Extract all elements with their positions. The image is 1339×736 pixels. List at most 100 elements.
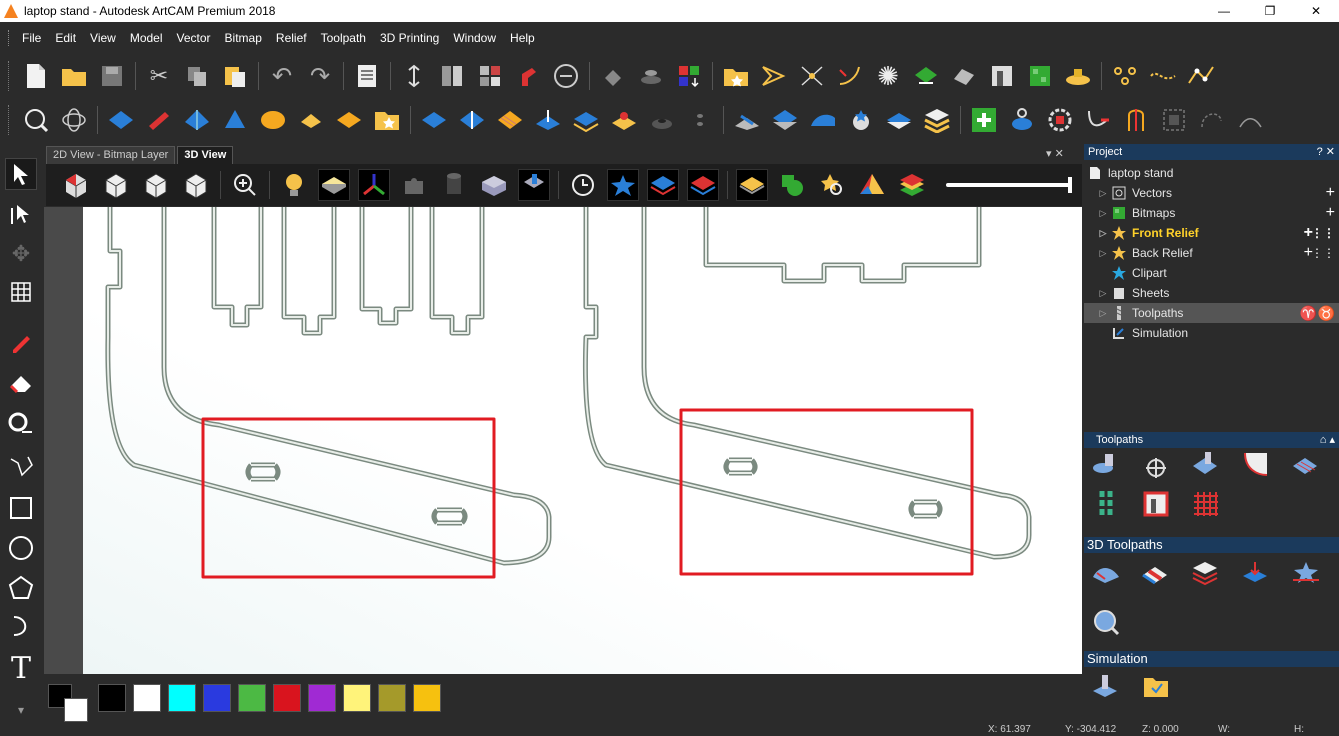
add-icon[interactable]: + xyxy=(1326,204,1335,222)
secondary-color-swatch[interactable] xyxy=(64,698,88,722)
spiral-icon[interactable] xyxy=(1090,488,1122,520)
relief-merge-icon[interactable] xyxy=(457,105,487,135)
simulation-header[interactable]: Simulation xyxy=(1084,651,1339,667)
tree-root[interactable]: laptop stand xyxy=(1084,163,1339,183)
toolpaths-header-controls[interactable]: ⌂ ▴ xyxy=(1320,432,1335,448)
circle-green-icon[interactable] xyxy=(776,169,808,201)
maximize-button[interactable]: ❐ xyxy=(1247,0,1293,22)
pattern-icon[interactable] xyxy=(1025,61,1055,91)
layers-red-icon[interactable] xyxy=(687,169,719,201)
redo-icon[interactable]: ↷ xyxy=(305,61,335,91)
stack-color-icon[interactable] xyxy=(896,169,928,201)
zoom-fit-icon[interactable] xyxy=(21,105,51,135)
bucket-icon[interactable] xyxy=(1007,105,1037,135)
relief-tilt-icon[interactable] xyxy=(808,105,838,135)
node-chain-icon[interactable] xyxy=(1148,61,1178,91)
swatch-light-yellow[interactable] xyxy=(343,684,371,712)
node-curve-icon[interactable] xyxy=(1186,61,1216,91)
node-edit-icon[interactable] xyxy=(797,61,827,91)
menu-relief[interactable]: Relief xyxy=(269,31,314,45)
tree-item-bitmaps[interactable]: ▷ Bitmaps + xyxy=(1084,203,1339,223)
tile-view-icon[interactable] xyxy=(475,61,505,91)
z-level-icon[interactable] xyxy=(1140,557,1172,589)
cylinder-icon[interactable] xyxy=(438,169,470,201)
cut-icon[interactable]: ✂ xyxy=(144,61,174,91)
tree-item-sheets[interactable]: ▷ Sheets xyxy=(1084,283,1339,303)
curve-dash-icon[interactable] xyxy=(1197,105,1227,135)
slider-thumb[interactable] xyxy=(1068,177,1072,193)
inspect-icon[interactable] xyxy=(1090,606,1122,638)
split-view-icon[interactable] xyxy=(437,61,467,91)
3d-toolpaths-header[interactable]: 3D Toolpaths xyxy=(1084,537,1339,553)
orbit-icon[interactable] xyxy=(59,105,89,135)
relief-lift-icon[interactable] xyxy=(533,105,563,135)
tool-icon[interactable] xyxy=(518,169,550,201)
history-icon[interactable] xyxy=(567,169,599,201)
copy-icon[interactable] xyxy=(182,61,212,91)
expand-chevron-icon[interactable]: ▷ xyxy=(1098,188,1108,199)
bitmap-to-vector-icon[interactable] xyxy=(949,61,979,91)
frame-icon[interactable] xyxy=(987,61,1017,91)
relief-plane-icon[interactable] xyxy=(106,105,136,135)
close-button[interactable]: ✕ xyxy=(1293,0,1339,22)
notes-icon[interactable] xyxy=(352,61,382,91)
zoom-in-icon[interactable] xyxy=(229,169,261,201)
select-arrow-icon[interactable] xyxy=(5,158,37,190)
polygon-icon[interactable] xyxy=(5,572,37,604)
pencil-icon[interactable] xyxy=(5,326,37,358)
circle-icon[interactable] xyxy=(5,532,37,564)
relief-diamond-icon[interactable] xyxy=(884,105,914,135)
new-file-icon[interactable] xyxy=(21,61,51,91)
project-header-controls[interactable]: ? ✕ xyxy=(1317,144,1335,160)
transparency-slider[interactable] xyxy=(946,177,1072,193)
save-icon[interactable] xyxy=(97,61,127,91)
relief-stack-icon[interactable] xyxy=(571,105,601,135)
swatch-red[interactable] xyxy=(273,684,301,712)
add-green-icon[interactable] xyxy=(969,105,999,135)
texture-icon[interactable] xyxy=(334,105,364,135)
node-group-icon[interactable] xyxy=(1110,61,1140,91)
paint-bucket-icon[interactable] xyxy=(598,61,628,91)
grid-dots-icon[interactable]: ⋮⋮ xyxy=(1311,226,1335,240)
dimension-icon[interactable] xyxy=(399,61,429,91)
diamond-yellow-icon[interactable] xyxy=(736,169,768,201)
swatch-black[interactable] xyxy=(98,684,126,712)
measure-icon[interactable] xyxy=(551,61,581,91)
shape-icon[interactable] xyxy=(911,61,941,91)
relief-hole-icon[interactable] xyxy=(647,105,677,135)
measure-tool-icon[interactable] xyxy=(5,406,37,438)
tab-controls[interactable]: ▾ ✕ xyxy=(1046,147,1064,160)
panel-icon[interactable] xyxy=(1140,488,1172,520)
star-blue-icon[interactable] xyxy=(607,169,639,201)
lightbulb-icon[interactable]: ♈ xyxy=(1300,305,1317,322)
menu-toolpath[interactable]: Toolpath xyxy=(314,31,373,45)
menu-edit[interactable]: Edit xyxy=(48,31,83,45)
menu-help[interactable]: Help xyxy=(503,31,542,45)
tab-2d-view[interactable]: 2D View - Bitmap Layer xyxy=(46,146,176,164)
eraser-icon[interactable] xyxy=(5,366,37,398)
text-icon[interactable]: T xyxy=(5,651,37,686)
drill-icon[interactable] xyxy=(1090,448,1122,480)
swatch-gold[interactable] xyxy=(413,684,441,712)
weave-icon[interactable] xyxy=(258,105,288,135)
magnet-icon[interactable] xyxy=(513,61,543,91)
spin-icon[interactable] xyxy=(182,105,212,135)
transform-icon[interactable]: ✥ xyxy=(5,238,37,270)
step-arrow-icon[interactable] xyxy=(1083,105,1113,135)
expand-chevron-icon[interactable]: ▷ xyxy=(1098,228,1108,239)
toolbar-grip[interactable] xyxy=(8,61,11,91)
sim-block-icon[interactable] xyxy=(1090,671,1122,703)
stack-icon[interactable] xyxy=(1190,557,1222,589)
curve-icon[interactable] xyxy=(835,61,865,91)
roughing-icon[interactable] xyxy=(1240,557,1272,589)
minimize-button[interactable]: — xyxy=(1201,0,1247,22)
rectangle-icon[interactable] xyxy=(5,492,37,524)
color-grid-icon[interactable] xyxy=(674,61,704,91)
relief-add-icon[interactable] xyxy=(419,105,449,135)
menu-vector[interactable]: Vector xyxy=(170,31,218,45)
grid-icon[interactable] xyxy=(1190,488,1222,520)
iso-view-icon[interactable] xyxy=(60,169,92,201)
swatch-cyan[interactable] xyxy=(168,684,196,712)
sweep-icon[interactable] xyxy=(220,105,250,135)
relief-layers-icon[interactable] xyxy=(922,105,952,135)
